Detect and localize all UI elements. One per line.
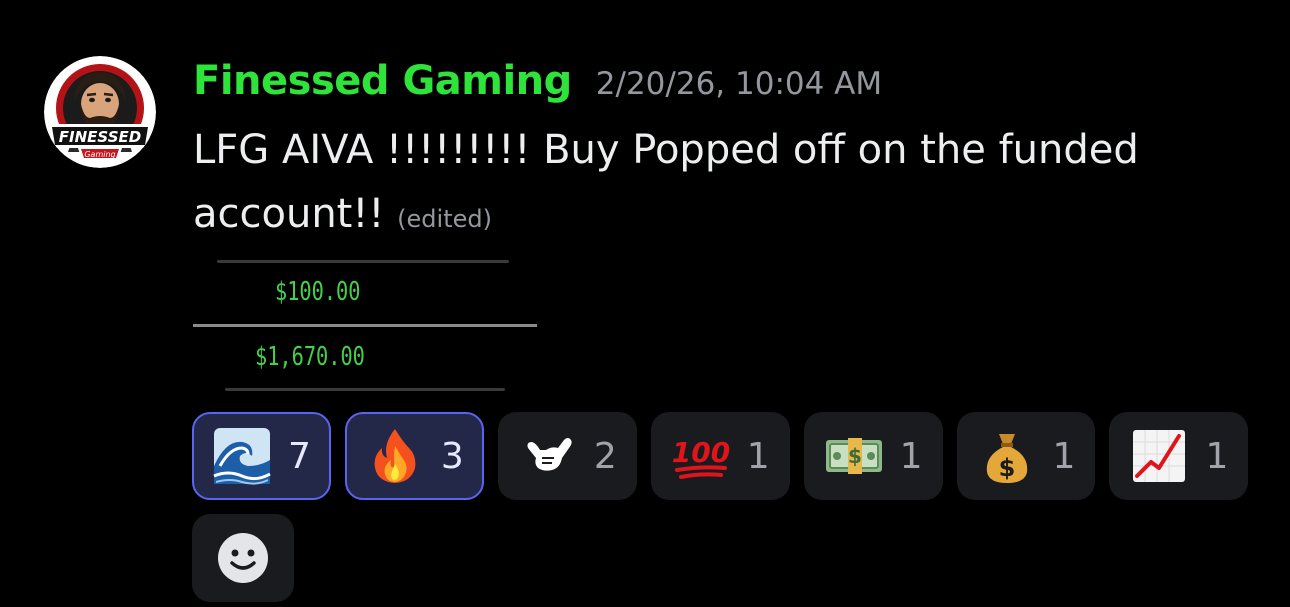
reaction-count: 1 xyxy=(1052,435,1076,477)
message-text: LFG AIVA !!!!!!!!! Buy Popped off on the… xyxy=(193,127,1139,237)
divider xyxy=(193,324,537,327)
svg-text:100: 100 xyxy=(671,436,729,469)
reaction-count: 7 xyxy=(288,435,311,477)
reaction-bar: 7 3 2 100 1 $ 1 $ 1 1 xyxy=(192,412,1249,500)
author-name[interactable]: Finessed Gaming xyxy=(193,58,572,104)
reaction-banknote[interactable]: $ 1 xyxy=(803,412,943,500)
svg-text:$: $ xyxy=(848,444,862,468)
reaction-money-bag[interactable]: $ 1 xyxy=(956,412,1096,500)
amount-bottom: $1,670.00 xyxy=(255,342,365,372)
reaction-chart-increasing[interactable]: 1 xyxy=(1109,412,1249,500)
reaction-count: 1 xyxy=(1205,435,1229,477)
hundred-points-emoji-icon: 100 xyxy=(671,426,731,486)
svg-text:FINESSED: FINESSED xyxy=(59,128,141,146)
water-wave-emoji-icon xyxy=(212,426,272,486)
divider xyxy=(217,260,509,263)
reaction-count: 3 xyxy=(440,435,464,477)
fire-emoji-icon xyxy=(365,426,425,486)
reaction-water-wave[interactable]: 7 xyxy=(192,412,331,500)
divider xyxy=(225,388,505,391)
author-avatar[interactable]: FINESSED Gaming xyxy=(44,56,156,168)
message-header: Finessed Gaming 2/20/26, 10:04 AM xyxy=(193,58,882,104)
money-bag-emoji-icon: $ xyxy=(977,426,1037,486)
svg-text:Gaming: Gaming xyxy=(84,150,115,159)
attached-image[interactable]: $100.00 $1,670.00 xyxy=(193,258,537,394)
reaction-shaka[interactable]: 2 xyxy=(497,412,637,500)
chart-increasing-emoji-icon xyxy=(1129,426,1189,486)
svg-text:$: $ xyxy=(998,454,1015,482)
message-timestamp: 2/20/26, 10:04 AM xyxy=(595,66,883,102)
edited-label: (edited) xyxy=(397,205,492,233)
add-reaction-smiley-icon xyxy=(218,533,268,583)
reaction-hundred[interactable]: 100 1 xyxy=(650,412,790,500)
finessed-gaming-logo-icon: FINESSED Gaming xyxy=(44,56,156,168)
message-content: LFG AIVA !!!!!!!!! Buy Popped off on the… xyxy=(193,118,1193,251)
reaction-count: 2 xyxy=(593,435,617,477)
amount-top: $100.00 xyxy=(275,277,361,307)
reaction-count: 1 xyxy=(899,435,923,477)
reaction-fire[interactable]: 3 xyxy=(344,412,484,500)
reaction-count: 1 xyxy=(746,435,770,477)
shaka-hand-emoji-icon xyxy=(518,426,578,486)
dollar-banknote-emoji-icon: $ xyxy=(824,426,884,486)
add-reaction-button[interactable] xyxy=(192,514,294,602)
